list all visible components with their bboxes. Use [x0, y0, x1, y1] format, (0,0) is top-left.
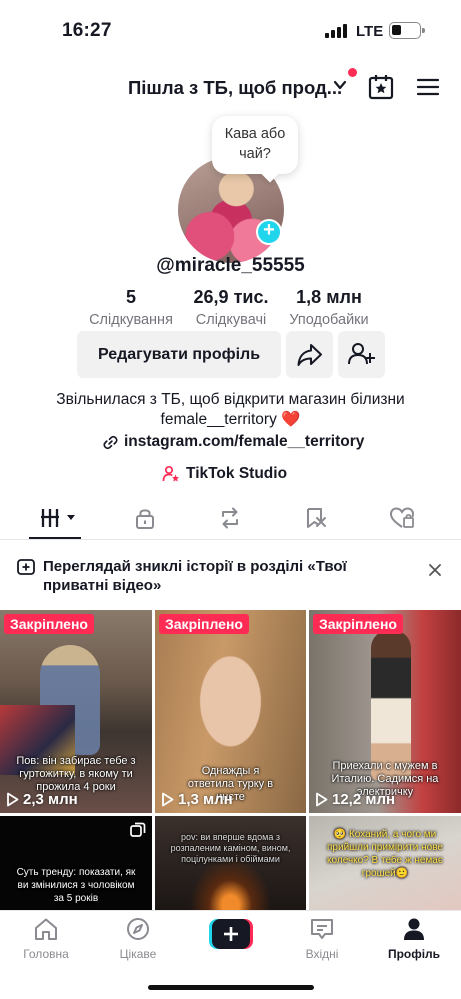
stat-following[interactable]: 5 Слідкування	[88, 287, 174, 328]
multi-photo-icon	[130, 822, 146, 837]
tab-liked[interactable]	[389, 506, 415, 535]
bio-link[interactable]: instagram.com/female__territory	[103, 433, 364, 451]
tab-reposts[interactable]	[218, 506, 242, 535]
stories-notice[interactable]: Переглядай зниклі історії в розділі «Тво…	[0, 552, 461, 600]
tab-favorites[interactable]	[304, 506, 328, 535]
tabs-divider	[0, 539, 461, 540]
story-add-icon	[17, 559, 35, 575]
create-button[interactable]	[209, 919, 253, 949]
liked-icon	[389, 507, 415, 528]
video-tile[interactable]: Закріплено Приехали с мужем в Италию. Са…	[309, 610, 461, 813]
studio-label: TikTok Studio	[186, 465, 288, 482]
play-icon	[162, 792, 174, 807]
play-icon	[316, 792, 328, 807]
bio-line: female__territory ❤️	[160, 411, 301, 428]
signal-icon	[325, 24, 347, 38]
notice-text: Переглядай зниклі історії в розділі «Тво…	[43, 558, 347, 594]
view-count: 2,3 млн	[6, 791, 78, 808]
video-tile[interactable]: pov: ви вперше вдома з розпаленим каміно…	[155, 816, 306, 910]
pinned-badge: Закріплено	[313, 614, 403, 634]
studio-icon	[162, 465, 179, 482]
tab-private[interactable]	[134, 506, 156, 535]
nav-label: Вхідні	[305, 947, 339, 961]
nav-profile[interactable]: Профіль	[384, 917, 444, 961]
nav-discover[interactable]: Цікаве	[110, 917, 166, 961]
view-count-text: 2,3 млн	[23, 791, 78, 808]
note-text: Кава або чай?	[224, 126, 286, 162]
stat-label: Слідкувачі	[195, 312, 267, 328]
chevron-down-icon[interactable]	[333, 78, 347, 92]
home-icon	[35, 918, 57, 940]
share-icon	[297, 344, 322, 366]
stat-likes[interactable]: 1,8 млн Уподобайки	[284, 287, 374, 328]
video-tile[interactable]: Закріплено Однажды я ответила турку в ин…	[155, 610, 306, 813]
stat-value: 26,9 тис.	[193, 287, 269, 307]
status-time: 16:27	[62, 20, 112, 41]
stat-followers[interactable]: 26,9 тис. Слідкувачі	[186, 287, 276, 328]
view-count: 1,3 млн	[161, 791, 233, 808]
share-profile-button[interactable]	[286, 331, 333, 378]
video-tile[interactable]: Суть тренду: показати, як ви змінилися з…	[0, 816, 152, 910]
bio-line: Звільнилася з ТБ, щоб відкрити магазин б…	[56, 391, 405, 408]
note-bubble[interactable]: Кава або чай?	[212, 116, 298, 174]
account-name[interactable]: Пішла з ТБ, щоб прод...	[128, 77, 342, 99]
stat-label: Слідкування	[89, 312, 173, 328]
add-user-icon	[348, 343, 375, 365]
stat-label: Уподобайки	[289, 312, 369, 328]
videos-grid-icon	[41, 509, 75, 527]
view-count: 12,2 млн	[315, 791, 395, 808]
video-caption: Пов: він забирає тебе з гуртожитку, в як…	[16, 755, 136, 793]
content-tabs	[0, 500, 461, 540]
username: @miracle_55555	[156, 255, 305, 276]
tab-videos[interactable]	[40, 507, 78, 534]
video-caption: Суть тренду: показати, як ви змінилися з…	[16, 867, 136, 904]
menu-icon[interactable]	[417, 77, 439, 97]
status-bar: 16:27 LTE	[0, 0, 461, 60]
nav-home[interactable]: Головна	[18, 917, 74, 961]
pinned-badge: Закріплено	[159, 614, 249, 634]
battery-icon	[389, 22, 425, 39]
nav-label: Цікаве	[119, 947, 157, 961]
pinned-badge: Закріплено	[4, 614, 94, 634]
close-icon[interactable]	[429, 564, 441, 576]
profile-stats: 5 Слідкування 26,9 тис. Слідкувачі 1,8 млн…	[0, 287, 461, 331]
profile-header: Пішла з ТБ, щоб прод...	[0, 68, 461, 108]
nav-label: Профіль	[387, 947, 441, 961]
video-caption: 🥺 Коханий, а чого ми прийшли примірити н…	[327, 829, 443, 879]
tiktok-studio-link[interactable]: TikTok Studio	[162, 465, 287, 483]
notification-dot	[348, 68, 357, 77]
favorites-icon	[307, 508, 326, 528]
video-tile[interactable]: 🥺 Коханий, а чого ми прийшли примірити н…	[309, 816, 461, 910]
video-tile[interactable]: Закріплено Пов: він забирає тебе з гурто…	[0, 610, 152, 813]
stat-value: 5	[125, 287, 136, 307]
link-icon	[103, 435, 118, 449]
video-caption: pov: ви вперше вдома з розпаленим каміно…	[170, 832, 291, 864]
add-friend-button[interactable]	[338, 331, 385, 378]
compass-icon	[127, 918, 149, 940]
add-story-icon[interactable]: +	[256, 219, 282, 245]
nav-inbox[interactable]: Вхідні	[294, 917, 350, 961]
home-indicator	[148, 985, 314, 990]
video-thumbnail-figure	[371, 630, 411, 780]
profile-icon	[404, 918, 424, 940]
stat-value: 1,8 млн	[296, 287, 362, 307]
calendar-star-icon[interactable]	[368, 74, 394, 100]
create-plus-icon	[209, 919, 253, 949]
lock-icon	[136, 509, 154, 529]
repost-icon	[222, 507, 238, 529]
profile-bio: Звільнилася з ТБ, щоб відкрити магазин б…	[0, 390, 461, 430]
view-count-text: 12,2 млн	[332, 791, 396, 808]
nav-label: Головна	[23, 947, 69, 961]
link-text: instagram.com/female__territory	[124, 433, 365, 450]
view-count-text: 1,3 млн	[178, 791, 233, 808]
play-icon	[7, 792, 19, 807]
edit-profile-button[interactable]: Редагувати профіль	[77, 331, 281, 378]
network-type: LTE	[356, 23, 384, 40]
inbox-icon	[311, 919, 333, 939]
